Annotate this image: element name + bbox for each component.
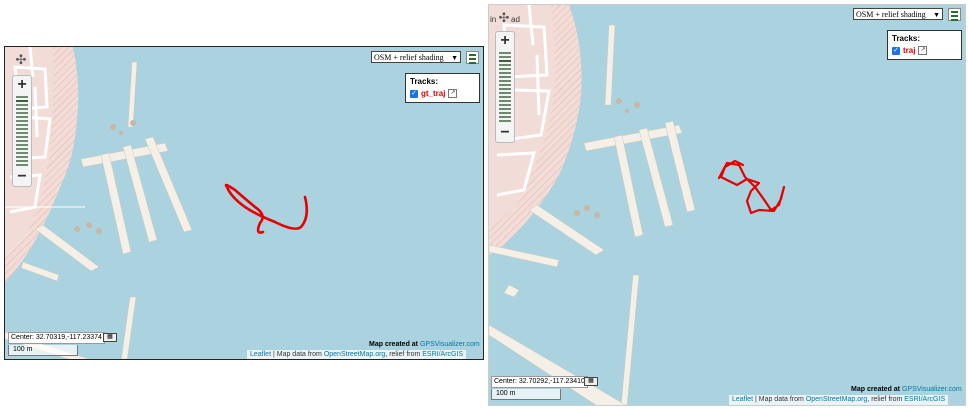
chevron-down-icon: ▼	[451, 54, 458, 62]
crosshair-icon[interactable]: ✣	[497, 11, 511, 25]
esri-link[interactable]: ESRI/ArcGIS	[904, 396, 945, 403]
zoom-out-button[interactable]: −	[496, 124, 514, 142]
attr-sep2: , relief from	[867, 396, 905, 403]
basemap-select-value: OSM + relief shading	[374, 53, 444, 62]
external-link-icon[interactable]: ↗	[918, 46, 928, 55]
leaflet-link[interactable]: Leaflet	[732, 396, 753, 403]
right-map[interactable]: in ad ✣ + − OSM + relief shading ▼ Track…	[488, 4, 966, 406]
zoom-in-button[interactable]: +	[496, 32, 514, 50]
osm-link[interactable]: OpenStreetMap.org	[806, 396, 867, 403]
basemap-select[interactable]: OSM + relief shading ▼	[371, 51, 461, 63]
track-row: ✓ traj ↗	[892, 46, 957, 55]
track-row: ✓ gt_traj ↗	[410, 89, 475, 98]
coordinate-calculator-icon[interactable]: ▦	[584, 377, 598, 386]
map-label-fragment-2: ad	[511, 15, 520, 24]
scale-bar: 100 m	[491, 389, 561, 400]
track-checkbox[interactable]: ✓	[410, 89, 418, 98]
map-label-fragment: in	[490, 15, 497, 24]
zoom-control: + −	[12, 75, 32, 187]
center-readout: Center: 32.70292,-117.23410	[491, 376, 588, 388]
gpsvisualizer-link[interactable]: GPSVisualizer.com	[902, 386, 962, 393]
scale-bar: 100 m	[8, 345, 78, 356]
basemap-select[interactable]: OSM + relief shading ▼	[853, 8, 943, 20]
track-checkbox[interactable]: ✓	[892, 46, 900, 55]
left-map[interactable]: ✣ + − OSM + relief shading ▼ Tracks: ✓ g…	[4, 46, 484, 360]
attr-sep2: , relief from	[385, 351, 423, 358]
map-created-credit: Map created at GPSVisualizer.com	[851, 386, 962, 393]
esri-link[interactable]: ESRI/ArcGIS	[422, 351, 463, 358]
hamburger-icon[interactable]	[466, 51, 479, 64]
map-created-credit: Map created at GPSVisualizer.com	[369, 341, 480, 348]
track-name[interactable]: gt_traj	[421, 89, 445, 98]
traj-track	[717, 159, 786, 215]
gpsvisualizer-link[interactable]: GPSVisualizer.com	[420, 341, 480, 348]
center-readout: Center: 32.70319,-117.23374	[8, 332, 105, 344]
attribution: Leaflet | Map data from OpenStreetMap.or…	[729, 395, 949, 405]
zoom-slider[interactable]	[499, 52, 511, 122]
created-prefix: Map created at	[369, 341, 419, 348]
tracks-title: Tracks:	[892, 34, 921, 43]
tracks-panel: Tracks: ✓ gt_traj ↗	[405, 73, 480, 103]
tracks-title: Tracks:	[410, 77, 439, 86]
crosshair-icon[interactable]: ✣	[14, 53, 28, 67]
chevron-down-icon: ▼	[933, 11, 940, 19]
zoom-control: + −	[495, 31, 515, 143]
external-link-icon[interactable]: ↗	[448, 89, 458, 98]
zoom-in-button[interactable]: +	[13, 76, 31, 94]
tracks-panel: Tracks: ✓ traj ↗	[887, 30, 962, 60]
created-prefix: Map created at	[851, 386, 901, 393]
zoom-out-button[interactable]: −	[13, 168, 31, 186]
basemap-select-value: OSM + relief shading	[856, 10, 926, 19]
hamburger-icon[interactable]	[948, 8, 961, 21]
leaflet-link[interactable]: Leaflet	[250, 351, 271, 358]
attr-sep1: | Map data from	[753, 396, 806, 403]
zoom-slider[interactable]	[16, 96, 28, 166]
coordinate-calculator-icon[interactable]: ▦	[103, 333, 117, 342]
osm-link[interactable]: OpenStreetMap.org	[324, 351, 385, 358]
attribution: Leaflet | Map data from OpenStreetMap.or…	[247, 350, 467, 359]
attr-sep1: | Map data from	[271, 351, 324, 358]
track-name[interactable]: traj	[903, 46, 915, 55]
